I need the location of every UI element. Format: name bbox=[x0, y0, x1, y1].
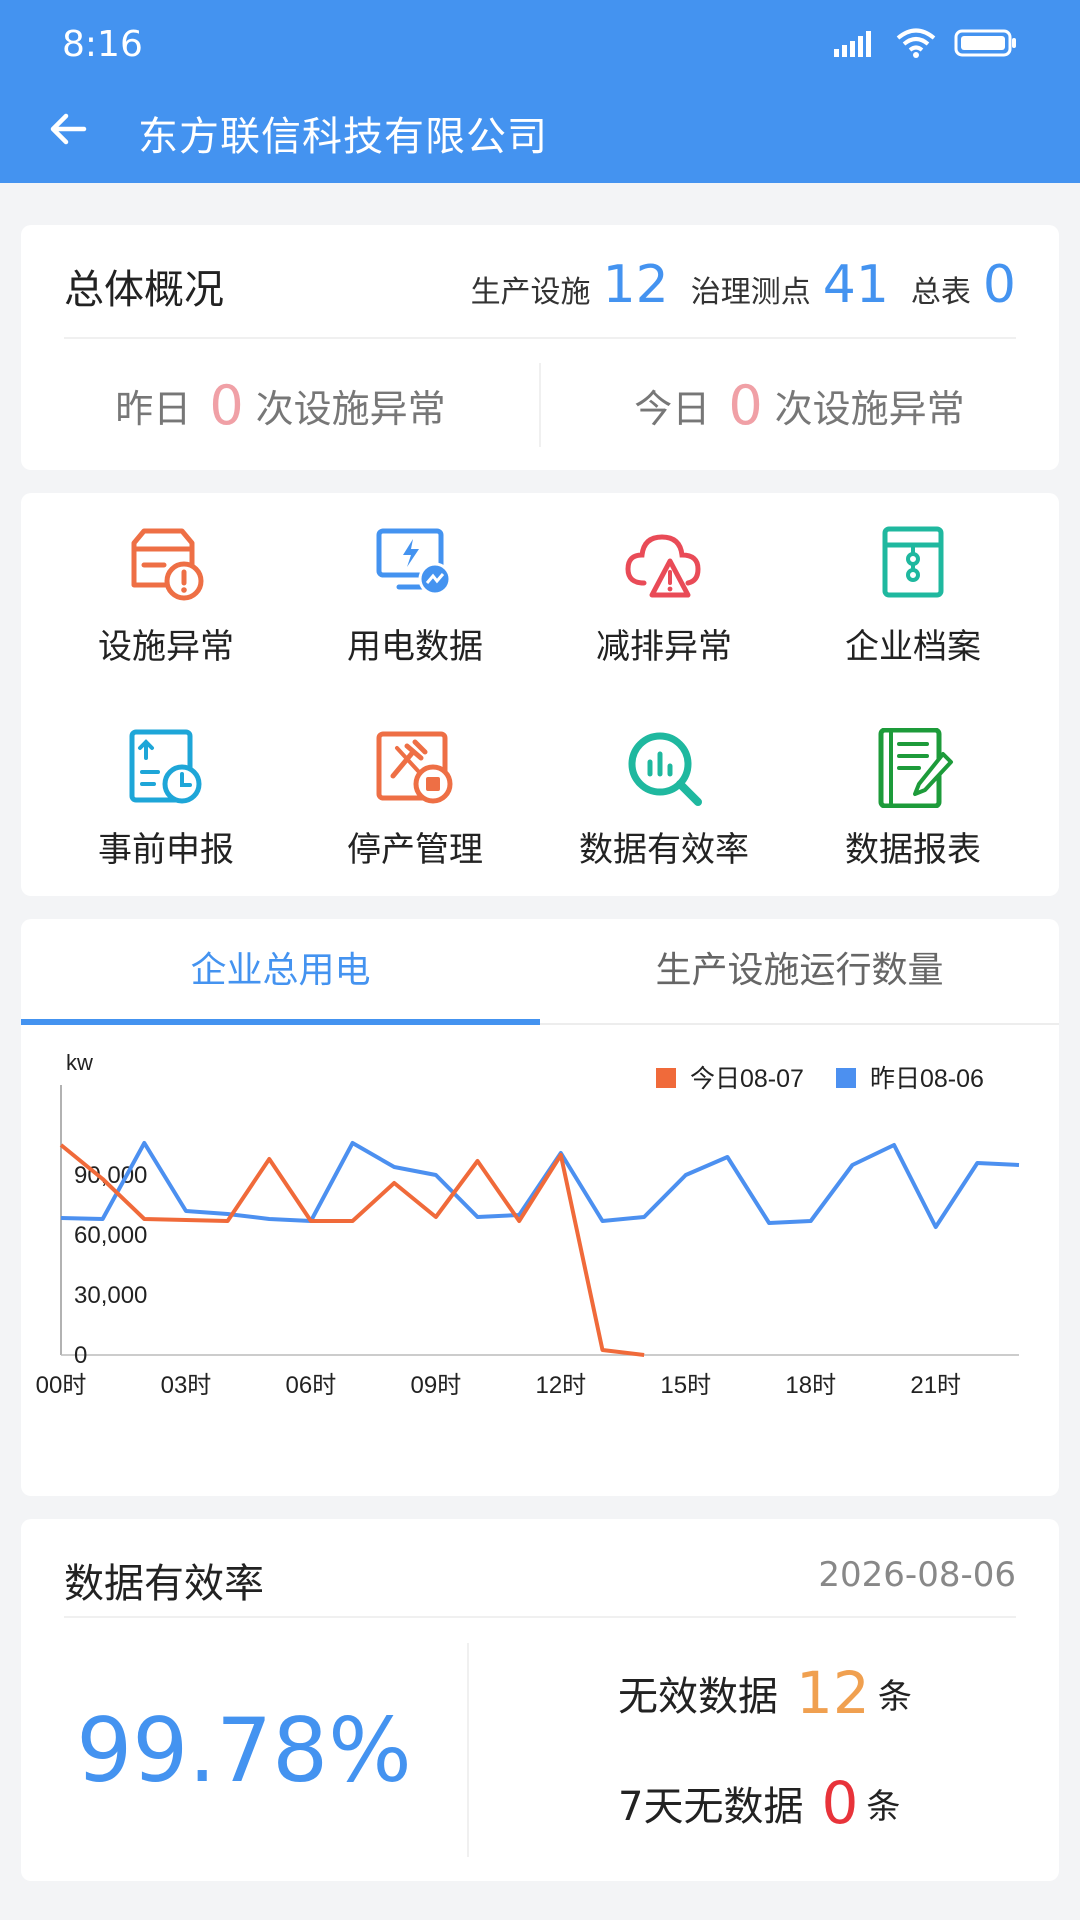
efficiency-title: 数据有效率 bbox=[64, 1561, 264, 1607]
series-line-0 bbox=[59, 1143, 645, 1357]
yesterday-anomalies[interactable]: 昨日 0 次设施异常 bbox=[21, 365, 540, 445]
efficiency-card: 数据有效率 2026-08-06 99.78% 无效数据 12 条 7天无数据 … bbox=[21, 1519, 1059, 1881]
grid-item-facility-alert[interactable]: 设施异常 bbox=[41, 525, 291, 705]
tools-stop-icon bbox=[376, 731, 453, 804]
today-label: 今日 bbox=[634, 386, 711, 431]
yesterday-count: 0 bbox=[209, 373, 244, 437]
stat-value-meters[interactable]: 0 bbox=[983, 255, 1016, 315]
invalid-data-unit: 条 bbox=[877, 1676, 912, 1717]
power-line-chart: kw030,00060,00090,00000时 03时 06时 09时 12时 15时 1… bbox=[36, 1050, 1020, 1399]
yesterday-label: 昨日 bbox=[115, 386, 192, 431]
legend-swatch-1 bbox=[836, 1068, 856, 1088]
x-tick-label: 09时 bbox=[411, 1372, 462, 1399]
power-chart-card: 企业总用电 生产设施运行数量 kw 0 30,000 60,000 90,000 00时 0… bbox=[21, 919, 1059, 1496]
grid-item-data-report[interactable]: 数据报表 bbox=[788, 728, 1038, 908]
page-title: 东方联信科技有限公司 bbox=[138, 114, 548, 160]
y-axis-unit: kw bbox=[66, 1050, 93, 1075]
no-data-row[interactable]: 7天无数据 0 条 bbox=[618, 1769, 900, 1837]
chart-tabs: 企业总用电 生产设施运行数量 bbox=[21, 919, 1059, 1025]
grid-label: 数据报表 bbox=[845, 830, 981, 870]
no-data-label: 7天无数据 bbox=[618, 1784, 804, 1830]
tab-facility-count[interactable]: 生产设施运行数量 bbox=[540, 919, 1059, 1025]
facility-alert-icon bbox=[131, 528, 204, 601]
invalid-data-count: 12 bbox=[796, 1659, 870, 1727]
stat-label-points: 治理测点 bbox=[690, 275, 811, 310]
status-time: 8:16 bbox=[62, 24, 143, 65]
today-count: 0 bbox=[728, 373, 763, 437]
archive-folder-icon bbox=[882, 526, 944, 598]
stat-label-meters: 总表 bbox=[910, 275, 971, 310]
app-bar: 8:16 东方联信科技有限公司 bbox=[0, 0, 1080, 183]
overview-stats: 生产设施 12 治理测点 41 总表 0 bbox=[449, 255, 1016, 315]
overview-card: 总体概况 生产设施 12 治理测点 41 总表 0 昨日 0 次设施异常 今日 … bbox=[21, 225, 1059, 470]
grid-label: 事前申报 bbox=[98, 830, 234, 870]
invalid-data-label: 无效数据 bbox=[618, 1674, 778, 1720]
x-tick-label: 18时 bbox=[785, 1372, 836, 1399]
stat-label-facilities: 生产设施 bbox=[470, 275, 591, 310]
battery-icon bbox=[954, 29, 1016, 57]
no-data-unit: 条 bbox=[866, 1786, 901, 1827]
back-arrow-icon[interactable] bbox=[44, 104, 94, 154]
grid-item-enterprise-archive[interactable]: 企业档案 bbox=[788, 525, 1038, 705]
today-anomalies[interactable]: 今日 0 次设施异常 bbox=[540, 365, 1059, 445]
y-tick-label: 0 bbox=[74, 1342, 87, 1369]
power-monitor-icon bbox=[376, 528, 452, 596]
status-icons bbox=[834, 28, 1018, 58]
report-clock-icon bbox=[129, 729, 202, 804]
today-suffix: 次设施异常 bbox=[774, 386, 965, 431]
grid-label: 设施异常 bbox=[98, 627, 234, 667]
grid-item-power-data[interactable]: 用电数据 bbox=[290, 525, 540, 705]
divider bbox=[64, 1616, 1016, 1618]
legend-swatch-0 bbox=[656, 1068, 676, 1088]
vertical-divider bbox=[467, 1643, 469, 1857]
grid-label: 减排异常 bbox=[596, 627, 732, 667]
grid-label: 企业档案 bbox=[845, 627, 981, 667]
grid-item-data-efficiency[interactable]: 数据有效率 bbox=[539, 728, 789, 908]
grid-label: 用电数据 bbox=[347, 627, 483, 667]
notebook-pen-icon bbox=[878, 728, 953, 808]
wifi-icon bbox=[896, 28, 936, 58]
x-tick-label: 21时 bbox=[910, 1372, 961, 1399]
y-tick-label: 30,000 bbox=[74, 1282, 147, 1309]
grid-item-shutdown-management[interactable]: 停产管理 bbox=[290, 728, 540, 908]
legend-label-1: 昨日08-06 bbox=[870, 1065, 984, 1093]
no-data-count: 0 bbox=[821, 1769, 859, 1837]
grid-item-pre-report[interactable]: 事前申报 bbox=[41, 728, 291, 908]
invalid-data-row[interactable]: 无效数据 12 条 bbox=[618, 1659, 912, 1727]
x-tick-label: 06时 bbox=[286, 1372, 337, 1399]
divider bbox=[64, 337, 1016, 339]
x-tick-label: 03时 bbox=[161, 1372, 212, 1399]
x-tick-label: 12时 bbox=[535, 1372, 586, 1399]
grid-label: 停产管理 bbox=[347, 830, 483, 870]
stat-value-facilities[interactable]: 12 bbox=[603, 255, 669, 315]
x-tick-label: 00时 bbox=[36, 1372, 87, 1399]
overview-title: 总体概况 bbox=[64, 267, 224, 313]
efficiency-date[interactable]: 2026-08-06 bbox=[818, 1555, 1016, 1595]
cloud-warning-icon bbox=[625, 534, 701, 598]
legend-label-0: 今日08-07 bbox=[690, 1065, 804, 1093]
tab-total-power[interactable]: 企业总用电 bbox=[21, 919, 540, 1025]
grid-item-emission-alert[interactable]: 减排异常 bbox=[539, 525, 789, 705]
stat-value-points[interactable]: 41 bbox=[823, 255, 889, 315]
efficiency-percentage: 99.78% bbox=[76, 1699, 412, 1802]
function-grid: 设施异常 用电数据 减排异常 企业档案 事前申报 停产管理 数据有效率 数据报表 bbox=[21, 493, 1059, 896]
x-tick-label: 15时 bbox=[660, 1372, 711, 1399]
chart-search-icon bbox=[628, 732, 702, 806]
grid-label: 数据有效率 bbox=[579, 830, 749, 870]
signal-icon bbox=[834, 31, 871, 57]
yesterday-suffix: 次设施异常 bbox=[255, 386, 446, 431]
y-tick-label: 60,000 bbox=[74, 1222, 147, 1249]
